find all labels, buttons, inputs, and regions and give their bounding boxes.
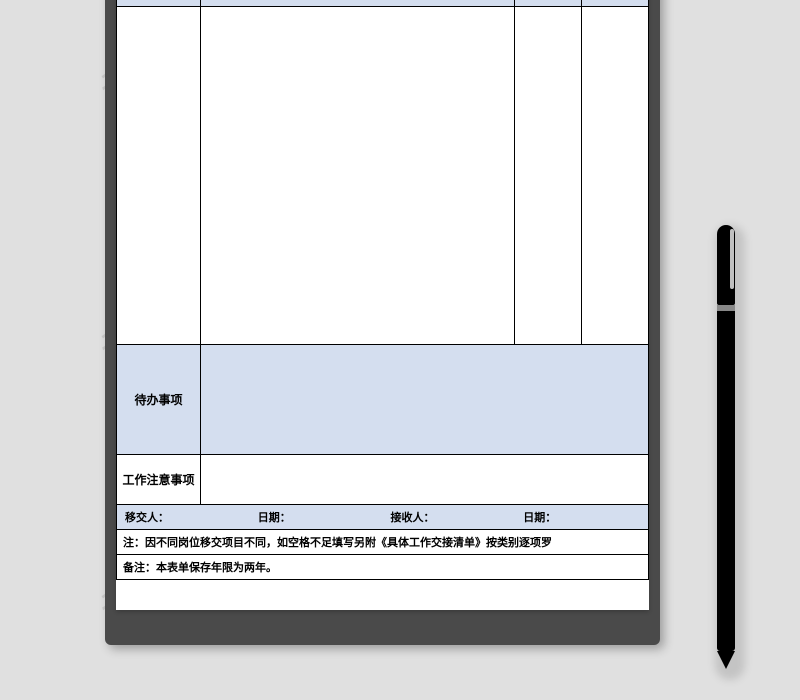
footnote-row-2: 备注：本表单保存年限为两年。 <box>117 555 649 580</box>
date2-label: 日期： <box>515 505 648 529</box>
cell-location <box>581 7 648 345</box>
pending-row: 待办事项 <box>117 345 649 455</box>
worknotes-row: 工作注意事项 <box>117 455 649 505</box>
cell-attachment <box>514 7 581 345</box>
form-paper: 交接项目 交接内容 附件 存放位置 待办事项 工作注意事项 <box>116 0 649 610</box>
date1-label: 日期： <box>250 505 383 529</box>
cell-project <box>117 7 201 345</box>
pen-tip <box>717 651 735 669</box>
pen-clip <box>730 229 734 289</box>
footnote-1: 注：因不同岗位移交项目不同，如空格不足填写另附《具体工作交接清单》按类别逐项罗 <box>117 530 649 555</box>
footnote-2: 备注：本表单保存年限为两年。 <box>117 555 649 580</box>
cell-content <box>201 7 515 345</box>
signature-cell: 移交人： 日期： 接收人： 日期： <box>117 505 649 530</box>
pen-body <box>717 311 735 651</box>
footnote-row-1: 注：因不同岗位移交项目不同，如空格不足填写另附《具体工作交接清单》按类别逐项罗 <box>117 530 649 555</box>
pending-content <box>201 345 649 455</box>
clipboard-frame: 交接项目 交接内容 附件 存放位置 待办事项 工作注意事项 <box>105 0 660 645</box>
pen-icon <box>717 225 735 670</box>
worknotes-label: 工作注意事项 <box>117 455 201 505</box>
table-row <box>117 7 649 345</box>
signature-row: 移交人： 日期： 接收人： 日期： <box>117 505 649 530</box>
worknotes-content <box>201 455 649 505</box>
pen-cap <box>717 225 735 305</box>
handover-form-table: 交接项目 交接内容 附件 存放位置 待办事项 工作注意事项 <box>116 0 649 580</box>
pending-label: 待办事项 <box>117 345 201 455</box>
receiver-label: 接收人： <box>383 505 516 529</box>
handover-person-label: 移交人： <box>117 505 250 529</box>
